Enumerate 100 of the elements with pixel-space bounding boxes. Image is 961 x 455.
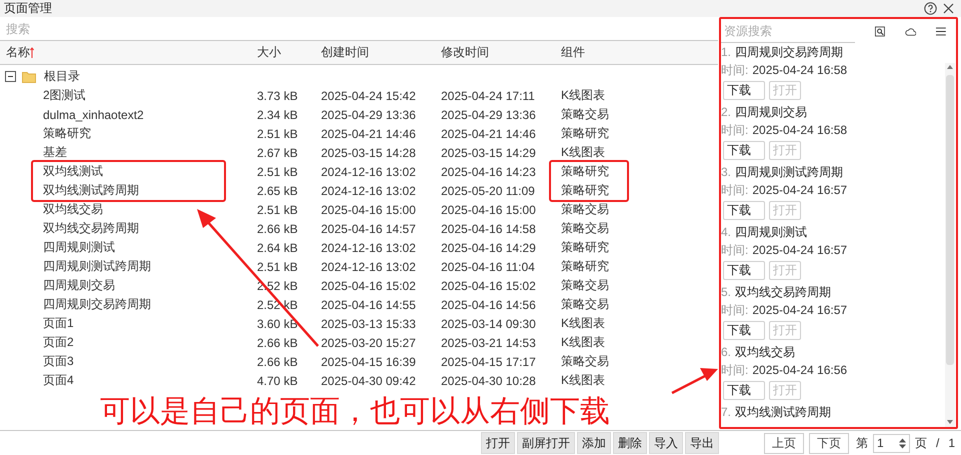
modified-time: 2025-04-15 17:17: [441, 354, 536, 368]
toolbar-button[interactable]: 导入: [649, 432, 683, 454]
component-type: K线图表: [561, 334, 606, 351]
time-label: 时间:: [721, 182, 748, 198]
resource-time: 2025-04-24 16:57: [752, 183, 848, 197]
download-button[interactable]: 下载: [723, 80, 765, 100]
file-name[interactable]: 策略研究: [43, 125, 91, 142]
resource-title[interactable]: 四周规则交易: [735, 104, 808, 120]
component-type: 策略研究: [561, 163, 609, 180]
prev-page-button[interactable]: 上页: [764, 432, 804, 454]
created-time: 2025-04-16 14:55: [321, 298, 416, 312]
scrollbar[interactable]: [945, 63, 955, 427]
resource-title[interactable]: 四周规则测试跨周期: [735, 164, 844, 180]
menu-icon[interactable]: [936, 26, 946, 36]
file-name[interactable]: 四周规则测试: [43, 239, 115, 256]
file-name[interactable]: 双均线测试: [43, 163, 103, 180]
toolbar-button[interactable]: 删除: [613, 432, 647, 454]
file-name[interactable]: 页面3: [43, 353, 74, 370]
file-name[interactable]: 页面4: [43, 372, 74, 389]
file-name[interactable]: dulma_xinhaotext2: [43, 108, 144, 122]
modified-time: 2025-03-15 14:29: [441, 146, 536, 160]
component-type: K线图表: [561, 87, 606, 104]
file-size: 2.67 kB: [257, 146, 298, 160]
item-index: 4.: [721, 225, 732, 239]
resource-time: 2025-04-24 16:57: [752, 303, 848, 317]
item-index: 2.: [721, 105, 732, 119]
folder-label[interactable]: 根目录: [44, 68, 80, 85]
file-name[interactable]: 双均线交易跨周期: [43, 220, 139, 237]
resource-time: 2025-04-24 16:57: [752, 243, 848, 257]
file-size: 2.51 kB: [257, 164, 298, 178]
created-time: 2025-03-20 15:27: [321, 336, 416, 350]
file-name[interactable]: 页面2: [43, 334, 74, 351]
resource-title[interactable]: 双均线交易跨周期: [735, 284, 832, 300]
next-page-button[interactable]: 下页: [808, 432, 849, 454]
file-size: 2.51 kB: [257, 260, 298, 274]
file-name[interactable]: 四周规则交易: [43, 277, 115, 294]
component-type: 策略交易: [561, 201, 609, 218]
time-label: 时间:: [721, 302, 748, 318]
close-icon[interactable]: [943, 3, 954, 14]
file-name[interactable]: 基差: [43, 144, 67, 161]
file-name[interactable]: 四周规则交易跨周期: [43, 296, 151, 313]
file-name[interactable]: 四周规则测试跨周期: [43, 258, 151, 275]
column-header[interactable]: 大小: [257, 44, 321, 62]
component-type: 策略交易: [561, 296, 609, 313]
created-time: 2025-04-16 14:57: [321, 222, 416, 236]
file-size: 2.64 kB: [257, 240, 298, 254]
component-type: 策略交易: [561, 106, 609, 123]
created-time: 2025-03-13 15:33: [321, 316, 416, 330]
modified-time: 2025-04-16 14:58: [441, 222, 536, 236]
modified-time: 2025-05-20 11:09: [441, 184, 535, 198]
modified-time: 2025-04-16 15:02: [441, 278, 536, 292]
created-time: 2025-03-15 14:28: [321, 146, 416, 160]
file-size: 3.73 kB: [257, 88, 298, 102]
column-header[interactable]: 创建时间: [321, 44, 441, 62]
created-time: 2025-04-29 13:36: [321, 108, 416, 122]
time-label: 时间:: [721, 242, 748, 258]
cloud-icon[interactable]: [904, 26, 916, 36]
download-button[interactable]: 下载: [723, 260, 765, 280]
column-header[interactable]: 组件: [561, 44, 718, 62]
page-total: 1: [948, 436, 955, 450]
resource-title[interactable]: 四周规则测试: [735, 224, 808, 240]
download-button[interactable]: 下载: [723, 320, 765, 340]
download-button[interactable]: 下载: [723, 200, 765, 220]
spin-arrows-icon[interactable]: [898, 438, 906, 448]
toolbar-button[interactable]: 导出: [685, 432, 719, 454]
column-header[interactable]: 修改时间: [441, 44, 561, 62]
toolbar-button[interactable]: 添加: [577, 432, 611, 454]
created-time: 2025-04-15 16:39: [321, 354, 416, 368]
resource-title[interactable]: 四周规则交易跨周期: [735, 44, 844, 60]
created-time: 2025-04-16 15:02: [321, 278, 416, 292]
collapse-icon[interactable]: [5, 71, 16, 82]
help-icon[interactable]: [924, 2, 937, 15]
page-label: 页: [914, 434, 927, 452]
page-spinner[interactable]: 1: [872, 434, 910, 452]
toolbar-button[interactable]: 副屏打开: [517, 432, 575, 454]
file-name[interactable]: 页面1: [43, 315, 74, 332]
resource-title[interactable]: 双均线交易: [735, 344, 796, 360]
file-name[interactable]: 双均线交易: [43, 201, 103, 218]
column-header[interactable]: 名称: [6, 44, 257, 62]
file-name[interactable]: 2图测试: [43, 87, 86, 104]
download-button[interactable]: 下载: [723, 140, 765, 160]
component-type: 策略研究: [561, 182, 609, 199]
modified-time: 2025-04-16 14:56: [441, 298, 536, 312]
component-type: 策略交易: [561, 277, 609, 294]
toolbar-button[interactable]: 打开: [481, 432, 515, 454]
component-type: 策略研究: [561, 258, 609, 275]
file-size: 2.51 kB: [257, 126, 298, 140]
page-separator: /: [936, 436, 940, 450]
component-type: K线图表: [561, 315, 606, 332]
download-button[interactable]: 下载: [723, 380, 765, 400]
modified-time: 2025-04-16 11:04: [441, 260, 535, 274]
component-type: 策略研究: [561, 239, 609, 256]
item-index: 7.: [721, 405, 732, 419]
search-icon[interactable]: [875, 24, 885, 38]
time-label: 时间:: [721, 62, 748, 78]
component-type: K线图表: [561, 144, 606, 161]
item-index: 6.: [721, 345, 732, 359]
component-type: K线图表: [561, 372, 606, 389]
resource-title[interactable]: 双均线测试跨周期: [735, 404, 832, 420]
file-name[interactable]: 双均线测试跨周期: [43, 182, 139, 199]
